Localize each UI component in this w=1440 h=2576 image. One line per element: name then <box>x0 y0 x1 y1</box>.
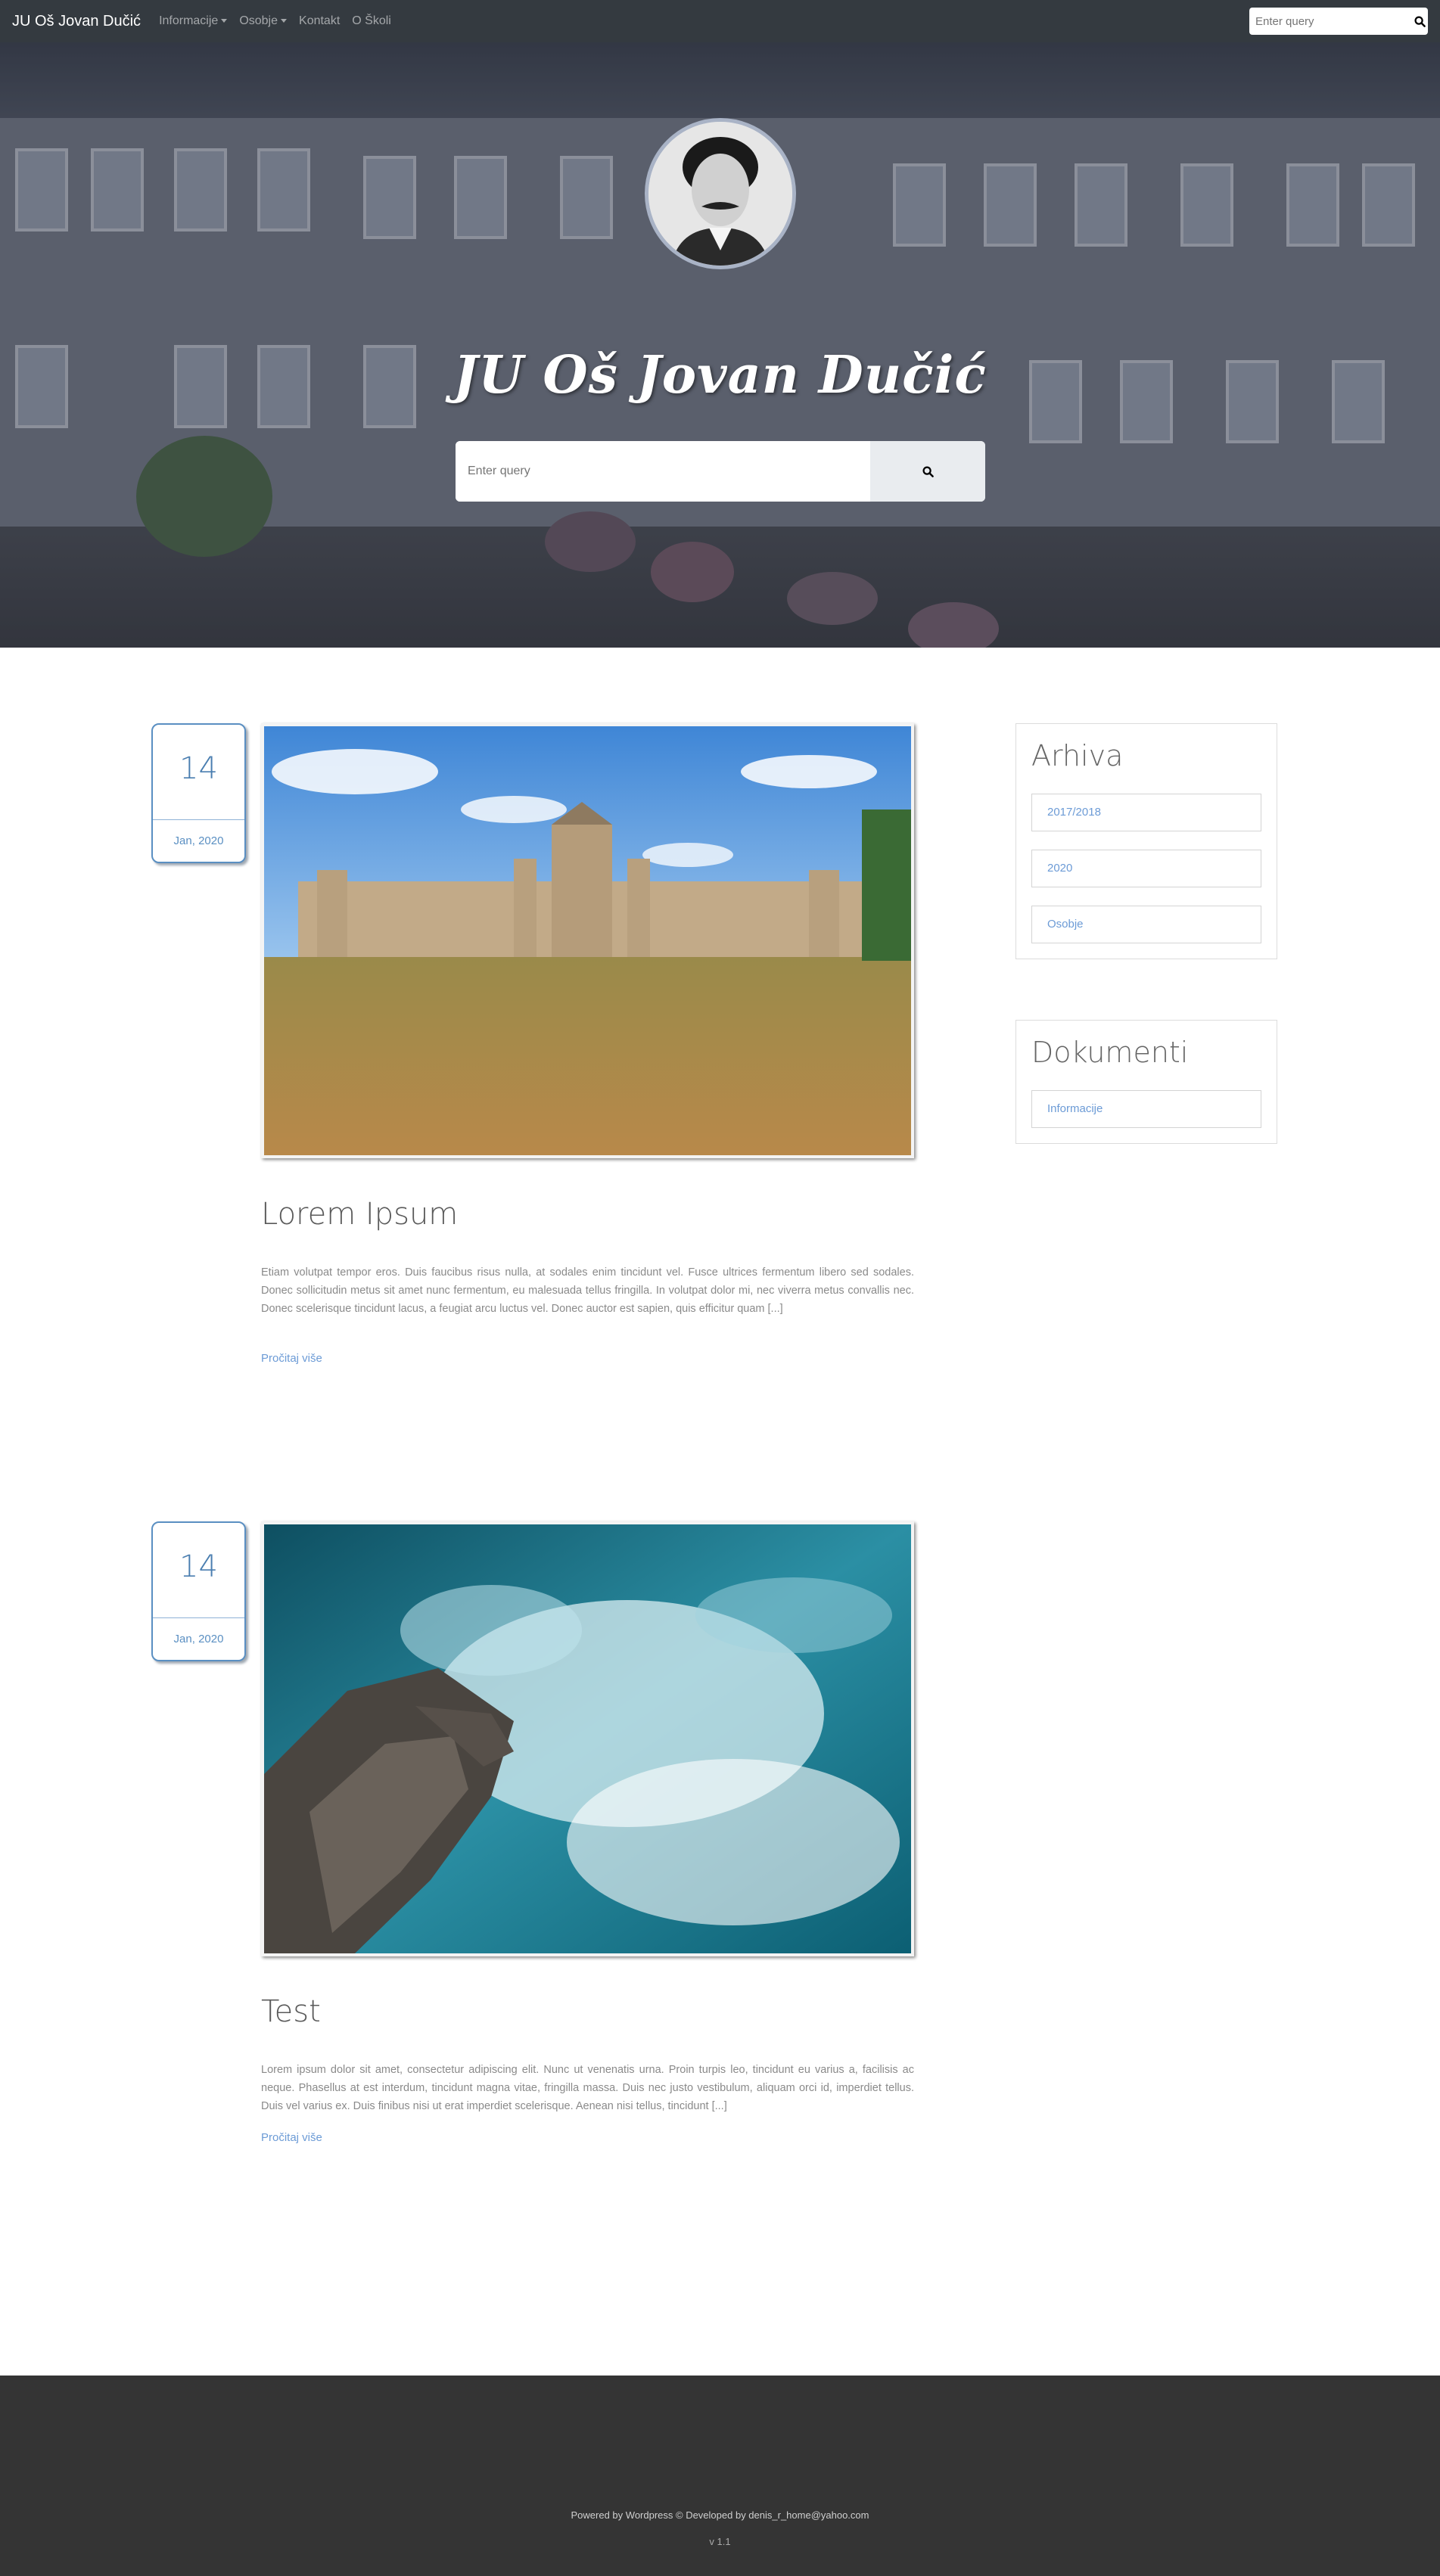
hero-search-button[interactable] <box>870 441 985 502</box>
nav-item-label: Osobje <box>239 14 278 27</box>
waves-photo <box>264 1524 911 1953</box>
archive-link-osobje[interactable]: Osobje <box>1031 906 1261 943</box>
post-title[interactable]: Lorem Ipsum <box>261 1197 458 1232</box>
hero-title: JU Oš Jovan Dučić <box>453 345 987 406</box>
date-divider <box>153 819 244 820</box>
nav-item-osobje[interactable]: Osobje <box>239 14 288 28</box>
caret-down-icon <box>221 19 228 23</box>
hero-banner: JU Oš Jovan Dučić <box>0 42 1440 648</box>
post-excerpt: Etiam volutpat tempor eros. Duis faucibu… <box>261 1266 914 1315</box>
post-month-year: Jan, 2020 <box>173 834 224 847</box>
post-day: 14 <box>179 1549 218 1584</box>
post-date-box: 14 Jan, 2020 <box>151 723 246 863</box>
post-month-year: Jan, 2020 <box>173 1633 224 1645</box>
search-icon <box>1414 15 1426 27</box>
post-excerpt: Lorem ipsum dolor sit amet, consectetur … <box>261 2064 914 2112</box>
post-image-castle[interactable] <box>261 723 914 1158</box>
page-footer: Powered by Wordpress © Developed by deni… <box>0 2376 1440 2576</box>
post-title[interactable]: Test <box>261 1994 321 2029</box>
portrait-avatar <box>645 118 796 269</box>
navbar-brand[interactable]: JU Oš Jovan Dučić <box>12 13 141 30</box>
archive-link-2017-2018[interactable]: 2017/2018 <box>1031 794 1261 831</box>
archive-widget-title: Arhiva <box>1031 739 1124 772</box>
read-more-link[interactable]: Pročitaj više <box>261 1352 322 1365</box>
search-icon <box>922 465 934 477</box>
documents-widget-title: Dokumenti <box>1031 1036 1189 1069</box>
post-image-waves[interactable] <box>261 1521 914 1956</box>
post-day: 14 <box>179 751 218 786</box>
portrait-image <box>648 122 792 266</box>
date-divider <box>153 1617 244 1618</box>
nav-item-o-skoli[interactable]: O Školi <box>352 14 391 28</box>
hero-search <box>456 441 985 502</box>
footer-credit: Powered by Wordpress © Developed by deni… <box>571 2509 869 2521</box>
top-navbar: JU Oš Jovan Dučić Informacije Osobje Kon… <box>0 0 1440 42</box>
caret-down-icon <box>281 19 288 23</box>
castle-photo <box>264 726 911 1155</box>
footer-version: v 1.1 <box>709 2536 731 2547</box>
read-more-link[interactable]: Pročitaj više <box>261 2131 322 2144</box>
post-date-box: 14 Jan, 2020 <box>151 1521 246 1661</box>
hero-search-input[interactable] <box>456 441 870 502</box>
nav-item-kontakt[interactable]: Kontakt <box>299 14 340 28</box>
archive-widget: Arhiva 2017/2018 2020 Osobje <box>1015 723 1277 959</box>
documents-widget: Dokumenti Informacije <box>1015 1020 1277 1144</box>
nav-item-informacije[interactable]: Informacije <box>159 14 228 28</box>
navbar-search-input[interactable] <box>1249 8 1412 35</box>
nav-item-label: Informacije <box>159 14 219 27</box>
documents-link-informacije[interactable]: Informacije <box>1031 1090 1261 1128</box>
archive-link-2020[interactable]: 2020 <box>1031 850 1261 887</box>
navbar-search <box>1249 8 1428 35</box>
navbar-search-button[interactable] <box>1412 8 1428 35</box>
